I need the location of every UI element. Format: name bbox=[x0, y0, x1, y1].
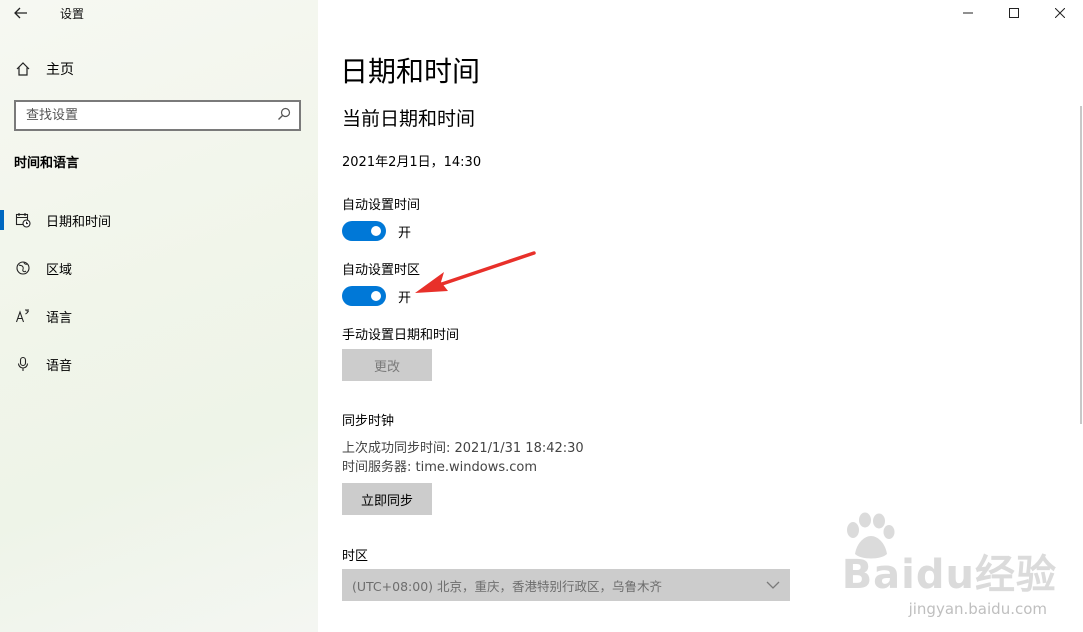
nav-item-date-time[interactable]: 日期和时间 bbox=[0, 196, 318, 244]
nav-item-speech[interactable]: 语音 bbox=[0, 340, 318, 388]
auto-time-state: 开 bbox=[398, 225, 412, 241]
timezone-label: 时区 bbox=[342, 549, 369, 564]
auto-timezone-toggle[interactable] bbox=[342, 286, 386, 306]
maximize-button[interactable] bbox=[991, 0, 1037, 26]
chevron-down-icon bbox=[766, 581, 780, 589]
nav-item-label: 语言 bbox=[46, 310, 73, 326]
auto-time-label: 自动设置时间 bbox=[342, 198, 421, 213]
page-title: 日期和时间 bbox=[340, 55, 481, 88]
current-datetime-value: 2021年2月1日，14:30 bbox=[342, 155, 482, 170]
section-title: 时间和语言 bbox=[14, 156, 80, 171]
auto-time-row: 开 bbox=[342, 221, 411, 241]
globe-icon bbox=[14, 259, 32, 277]
auto-timezone-label: 自动设置时区 bbox=[342, 263, 421, 278]
search-icon[interactable] bbox=[277, 106, 291, 125]
language-icon bbox=[14, 307, 32, 325]
change-button[interactable]: 更改 bbox=[342, 349, 432, 381]
nav-item-label: 语音 bbox=[46, 358, 73, 374]
arrow-left-icon bbox=[14, 7, 27, 19]
title-bar: 设置 bbox=[0, 0, 318, 26]
auto-timezone-row: 开 bbox=[342, 286, 411, 306]
watermark-url: jingyan.baidu.com bbox=[908, 600, 1047, 618]
close-button[interactable] bbox=[1037, 0, 1083, 26]
auto-time-toggle[interactable] bbox=[342, 221, 386, 241]
auto-timezone-state: 开 bbox=[398, 290, 412, 306]
nav-item-label: 区域 bbox=[46, 262, 73, 278]
scrollbar[interactable] bbox=[1080, 106, 1082, 424]
main-content: 日期和时间 当前日期和时间 2021年2月1日，14:30 自动设置时间 开 自… bbox=[318, 0, 1083, 632]
search-box bbox=[14, 100, 301, 131]
minimize-button[interactable] bbox=[945, 0, 991, 26]
microphone-icon bbox=[14, 355, 32, 373]
watermark-brand: Baidu经验 bbox=[841, 552, 1057, 598]
back-button[interactable] bbox=[0, 0, 42, 26]
search-input[interactable] bbox=[26, 108, 277, 123]
nav-home-label: 主页 bbox=[46, 62, 74, 78]
sidebar: 设置 主页 时间和语言 日期和时间 区域 bbox=[0, 0, 318, 632]
minimize-icon bbox=[963, 12, 973, 14]
sync-clock-label: 同步时钟 bbox=[342, 414, 395, 429]
nav-item-language[interactable]: 语言 bbox=[0, 292, 318, 340]
timezone-select[interactable]: (UTC+08:00) 北京，重庆，香港特别行政区，乌鲁木齐 bbox=[342, 569, 790, 601]
manual-datetime-label: 手动设置日期和时间 bbox=[342, 328, 460, 343]
nav-item-region[interactable]: 区域 bbox=[0, 244, 318, 292]
nav-list: 日期和时间 区域 语言 语音 bbox=[0, 196, 318, 388]
timezone-selected-value: (UTC+08:00) 北京，重庆，香港特别行政区，乌鲁木齐 bbox=[352, 578, 663, 594]
nav-home[interactable]: 主页 bbox=[14, 56, 74, 82]
window-controls bbox=[945, 0, 1083, 26]
maximize-icon bbox=[1009, 8, 1019, 18]
time-server-text: 时间服务器: time.windows.com bbox=[342, 460, 538, 475]
close-icon bbox=[1055, 8, 1065, 18]
app-title: 设置 bbox=[60, 6, 85, 21]
nav-item-label: 日期和时间 bbox=[46, 214, 112, 230]
sync-now-button[interactable]: 立即同步 bbox=[342, 483, 432, 515]
calendar-clock-icon bbox=[14, 211, 32, 229]
baidu-watermark: Baidu经验 jingyan.baidu.com bbox=[805, 506, 1065, 624]
home-icon bbox=[14, 60, 32, 78]
current-datetime-heading: 当前日期和时间 bbox=[342, 108, 476, 130]
last-sync-text: 上次成功同步时间: 2021/1/31 18:42:30 bbox=[342, 441, 584, 456]
